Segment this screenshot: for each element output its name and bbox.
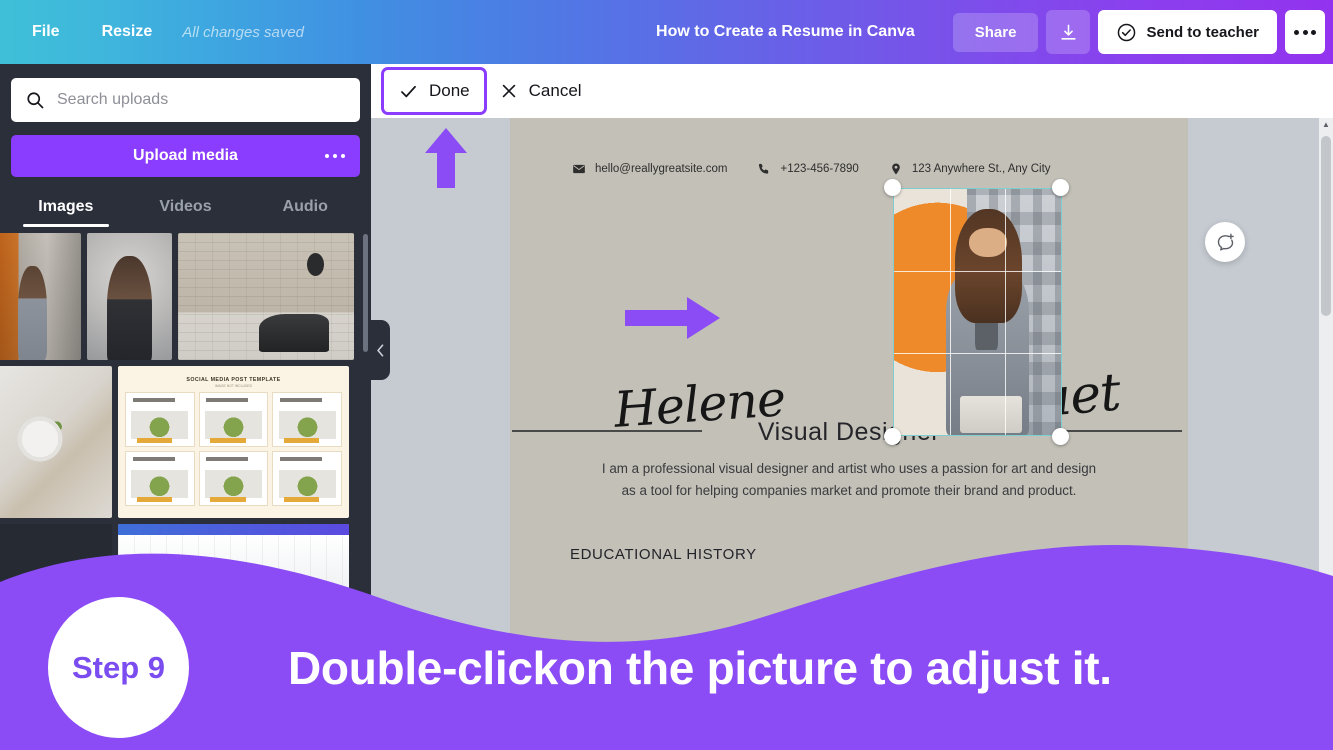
- template-cell-grid: [125, 392, 342, 506]
- thumbnail-social-media-template[interactable]: SOCIAL MEDIA POST TEMPLATE IMAGE NOT INC…: [118, 366, 349, 518]
- tab-videos[interactable]: Videos: [126, 188, 246, 227]
- crop-toolbar: Done Cancel: [371, 64, 1333, 118]
- contact-email-text: hello@reallygreatsite.com: [595, 163, 728, 175]
- contact-address: 123 Anywhere St., Any City: [889, 162, 1051, 176]
- sidebar-collapse-button[interactable]: [371, 320, 390, 380]
- upload-more-icon[interactable]: [324, 153, 345, 159]
- cancel-button[interactable]: Cancel: [499, 81, 582, 101]
- bio-line-2: as a tool for helping companies market a…: [621, 482, 1077, 498]
- search-placeholder: Search uploads: [57, 91, 169, 108]
- step-badge: Step 9: [48, 597, 189, 738]
- send-to-teacher-button[interactable]: Send to teacher: [1098, 10, 1277, 54]
- add-comment-button[interactable]: [1205, 222, 1245, 262]
- scroll-up-arrow-icon[interactable]: ▲: [1319, 120, 1333, 129]
- location-pin-icon: [892, 163, 900, 175]
- photo-person: [944, 209, 1031, 435]
- template-cell: [125, 392, 195, 447]
- contact-phone: +123-456-7890: [757, 162, 859, 176]
- close-icon: [502, 84, 515, 98]
- job-title-text[interactable]: Visual Designer: [510, 418, 1188, 447]
- top-bar-actions: How to Create a Resume in Canva Share Se…: [642, 0, 1333, 64]
- dot: [324, 153, 329, 159]
- add-comment-icon: [1217, 233, 1234, 251]
- chevron-left-icon: [377, 343, 384, 357]
- crop-gridline-horizontal: [894, 270, 1061, 272]
- contact-email: hello@reallygreatsite.com: [572, 162, 727, 176]
- search-input[interactable]: Search uploads: [11, 78, 360, 122]
- save-status-text: All changes saved: [182, 23, 305, 41]
- bio-line-1: I am a professional visual designer and …: [601, 461, 1097, 476]
- thumbnail-portrait[interactable]: [87, 233, 172, 360]
- document-title[interactable]: How to Create a Resume in Canva: [642, 15, 929, 49]
- template-cell: [198, 451, 269, 506]
- check-icon: [401, 85, 416, 97]
- photo-person-hair: [954, 209, 1023, 324]
- thumbnail-food-plate[interactable]: [0, 366, 112, 518]
- template-subcaption: IMAGE NOT INCLUDED: [214, 384, 253, 388]
- tab-images[interactable]: Images: [6, 188, 126, 227]
- crop-handle-bottom-right[interactable]: [1052, 428, 1069, 445]
- resize-button[interactable]: Resize: [84, 15, 171, 49]
- search-section: Search uploads: [0, 64, 371, 122]
- dot: [332, 153, 337, 159]
- instruction-text: Double-clickon the picture to adjust it.: [288, 641, 1112, 694]
- more-options-button[interactable]: [1285, 10, 1325, 54]
- top-bar-menu: File Resize All changes saved: [0, 15, 304, 49]
- share-button[interactable]: Share: [952, 12, 1039, 52]
- template-cell: [272, 392, 342, 447]
- check-circle-icon: [1118, 23, 1136, 41]
- thumbnail-woman-in-office[interactable]: [0, 233, 81, 360]
- crop-handle-top-left[interactable]: [884, 179, 901, 196]
- done-button[interactable]: Done: [381, 67, 487, 115]
- cancel-label: Cancel: [528, 81, 582, 100]
- template-cell: [125, 451, 195, 506]
- send-to-teacher-label: Send to teacher: [1146, 23, 1259, 41]
- selected-image-crop-frame[interactable]: [893, 188, 1062, 436]
- photo-person-laptop: [959, 395, 1023, 433]
- template-caption: SOCIAL MEDIA POST TEMPLATE: [186, 377, 281, 383]
- banner-content: Step 9 Double-clickon the picture to adj…: [0, 585, 1333, 750]
- phone-icon: [759, 163, 769, 174]
- download-icon: [1061, 24, 1076, 40]
- top-bar: File Resize All changes saved How to Cre…: [0, 0, 1333, 64]
- scrollbar-thumb[interactable]: [1321, 136, 1331, 316]
- upload-media-label: Upload media: [133, 147, 238, 164]
- template-cell: [272, 451, 342, 506]
- contact-info-row: hello@reallygreatsite.com +123-456-7890 …: [572, 162, 1126, 176]
- more-dot: [1302, 29, 1308, 35]
- upload-media-button[interactable]: Upload media: [11, 135, 360, 177]
- done-label: Done: [429, 81, 470, 100]
- purple-right-arrow-icon: [625, 297, 720, 339]
- search-icon: [27, 92, 44, 109]
- thumbnail-brick-wall-scooter[interactable]: [178, 233, 354, 360]
- crop-handle-top-right[interactable]: [1052, 179, 1069, 196]
- crop-gridline-vertical: [949, 189, 951, 435]
- tab-audio[interactable]: Audio: [245, 188, 365, 227]
- bio-text[interactable]: I am a professional visual designer and …: [566, 458, 1132, 501]
- screenshot-titlebar: [118, 524, 349, 535]
- more-dot: [1311, 29, 1316, 35]
- canva-editor-screen: File Resize All changes saved How to Cre…: [0, 0, 1333, 750]
- download-button[interactable]: [1046, 10, 1091, 54]
- dot: [340, 153, 345, 159]
- more-dot: [1294, 29, 1299, 35]
- contact-phone-text: +123-456-7890: [780, 163, 859, 175]
- media-type-tabs: Images Videos Audio: [0, 188, 371, 227]
- file-menu-button[interactable]: File: [14, 15, 78, 49]
- annotation-arrow-right: [625, 296, 721, 345]
- step-label: Step 9: [71, 649, 166, 685]
- mail-icon: [573, 164, 585, 174]
- template-cell: [198, 392, 269, 447]
- purple-up-arrow-icon: [425, 128, 467, 188]
- instruction-banner: Step 9 Double-clickon the picture to adj…: [0, 540, 1333, 750]
- crop-gridline-horizontal: [894, 352, 1061, 354]
- contact-address-text: 123 Anywhere St., Any City: [911, 163, 1051, 175]
- crop-gridline-vertical: [1005, 189, 1007, 435]
- annotation-arrow-up: [424, 128, 468, 193]
- crop-handle-bottom-left[interactable]: [884, 428, 901, 445]
- sidebar-scrollbar[interactable]: [363, 234, 368, 352]
